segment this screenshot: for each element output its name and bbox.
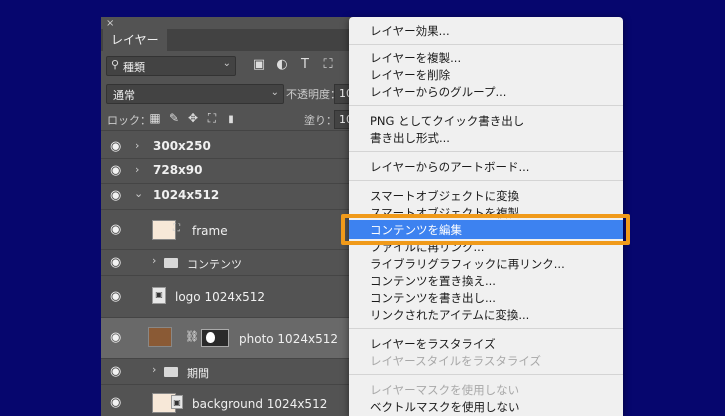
eye-icon[interactable]: ◉ [110,188,121,203]
chevron-down-icon: ⌄ [222,58,231,69]
layer-name: 300x250 [153,139,211,153]
menu-separator [349,151,623,152]
layer-row[interactable]: ◉ › 期間 [101,359,363,385]
layer-name: frame [192,224,228,238]
shape-filter-icon[interactable]: ⛶ [320,57,336,72]
layer-row[interactable]: ◉ ▣ logo 1024x512 [101,276,363,318]
eye-icon[interactable]: ◉ [110,255,121,270]
artboard-frame-icon: ⛶ [173,223,180,234]
tab-layers[interactable]: レイヤー [103,29,167,51]
chevron-right-icon[interactable]: › [135,139,139,152]
link-icon[interactable]: ⛓ [185,330,199,343]
chevron-down-icon[interactable]: ⌄ [134,187,143,200]
folder-icon [164,258,178,268]
photo-thumbnail [148,327,172,347]
menu-item-convert-to-linked[interactable]: リンクされたアイテムに変換... [349,306,623,324]
blend-mode-value: 通常 [113,89,135,102]
menu-item-relink-library-graphic[interactable]: ライブラリグラフィックに再リンク... [349,255,623,273]
layers-panel: × レイヤー ⚲ 種類 ⌄ ▣ ◐ T ⛶ 通常 ⌄ 不透明度： 10 ロック： ▦ ✎… [101,17,363,416]
menu-separator [349,105,623,106]
layer-filter-select[interactable]: ⚲ 種類 ⌄ [106,56,236,76]
filter-value: 種類 [123,61,145,74]
layer-row[interactable]: ◉ ⛶ frame [101,210,363,250]
panel-tab-bar: レイヤー [101,29,363,51]
menu-item-artboard-from-layers[interactable]: レイヤーからのアートボード... [349,158,623,176]
layer-name: 期間 [187,367,209,380]
chevron-right-icon[interactable]: › [152,363,156,376]
menu-separator [349,374,623,375]
menu-item-export-as[interactable]: 書き出し形式... [349,129,623,147]
menu-separator [349,180,623,181]
adjustment-filter-icon[interactable]: ◐ [274,57,290,72]
layer-row-selected[interactable]: ◉ ⛓ photo 1024x512 [101,318,363,359]
lock-artboard-icon[interactable]: ⛶ [205,111,219,126]
menu-item-convert-to-smart-object[interactable]: スマートオブジェクトに変換 [349,187,623,205]
eye-icon[interactable]: ◉ [110,395,121,410]
blend-mode-select[interactable]: 通常 ⌄ [106,84,284,104]
menu-item-rasterize-layer[interactable]: レイヤーをラスタライズ [349,335,623,353]
eye-icon[interactable]: ◉ [110,330,121,345]
menu-item-replace-contents[interactable]: コンテンツを置き換え... [349,272,623,290]
menu-item-quick-export-png[interactable]: PNG としてクイック書き出し [349,112,623,130]
layer-row[interactable]: ◉ › 728x90 [101,159,363,184]
lock-icons: ▦ ✎ ✥ ⛶ ▮ [148,111,243,126]
chevron-down-icon: ⌄ [270,87,279,98]
search-icon: ⚲ [111,58,120,71]
menu-separator [349,328,623,329]
layer-name: background 1024x512 [192,397,328,411]
chevron-right-icon[interactable]: › [152,254,156,267]
eye-icon[interactable]: ◉ [110,364,121,379]
menu-item-duplicate-layer[interactable]: レイヤーを複製... [349,49,623,67]
menu-item-rasterize-layer-style: レイヤースタイルをラスタライズ [370,354,542,368]
lock-transparency-icon[interactable]: ▦ [148,111,162,125]
highlight-callout-frame [341,214,630,245]
smart-object-icon: ▣ [171,395,183,409]
lock-row: ロック： ▦ ✎ ✥ ⛶ ▮ 塗り： 10 [101,108,363,131]
lock-label: ロック： [107,114,151,127]
fill-label: 塗り： [304,114,337,127]
folder-icon [164,367,178,377]
close-icon[interactable]: × [106,18,114,29]
lock-all-icon[interactable]: ▮ [224,114,238,125]
filter-icons: ▣ ◐ T ⛶ [251,57,343,72]
type-filter-icon[interactable]: T [297,57,313,72]
layer-name: photo 1024x512 [239,332,338,346]
layer-name: 728x90 [153,163,203,177]
menu-item-disable-vector-mask[interactable]: ベクトルマスクを使用しない [349,398,623,416]
eye-icon[interactable]: ◉ [110,163,121,178]
menu-item-group-from-layers[interactable]: レイヤーからのグループ... [349,83,623,101]
eye-icon[interactable]: ◉ [110,139,121,154]
filter-row: ⚲ 種類 ⌄ ▣ ◐ T ⛶ [101,53,363,79]
opacity-label: 不透明度： [286,88,341,101]
menu-item-layer-effects[interactable]: レイヤー効果... [349,22,623,40]
chevron-right-icon[interactable]: › [135,163,139,176]
eye-icon[interactable]: ◉ [110,289,121,304]
menu-item-delete-layer[interactable]: レイヤーを削除 [349,66,623,84]
smart-object-icon: ▣ [152,287,166,304]
menu-item-export-contents[interactable]: コンテンツを書き出し... [349,289,623,307]
lock-position-icon[interactable]: ✥ [186,111,200,125]
layer-row[interactable]: ◉ ▣ background 1024x512 [101,385,363,416]
layer-name: コンテンツ [187,258,242,271]
layer-name: logo 1024x512 [175,290,265,304]
layer-name: 1024x512 [153,188,220,202]
menu-item-disable-layer-mask: レイヤーマスクを使用しない [370,383,520,397]
layer-row[interactable]: ◉ › 300x250 [101,136,363,159]
blend-row: 通常 ⌄ 不透明度： 10 [101,81,363,105]
menu-separator [349,44,623,45]
layer-row[interactable]: ◉ ⌄ 1024x512 [101,184,363,210]
layer-mask-thumbnail[interactable] [201,329,229,347]
lock-pixels-icon[interactable]: ✎ [167,111,181,125]
eye-icon[interactable]: ◉ [110,222,121,237]
layer-row[interactable]: ◉ › コンテンツ [101,250,363,276]
image-filter-icon[interactable]: ▣ [251,57,267,72]
